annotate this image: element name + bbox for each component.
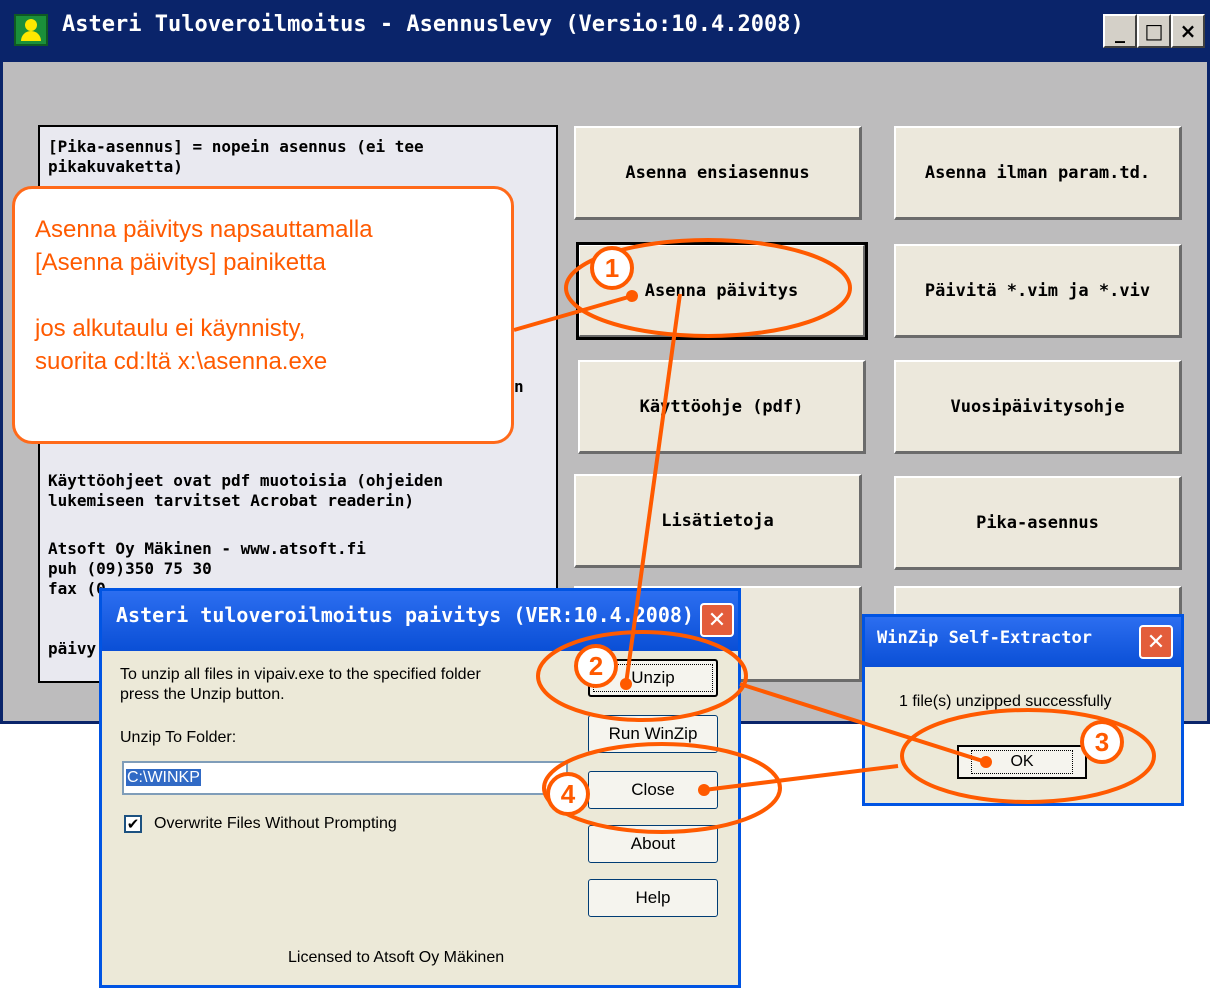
winzip-close-icon[interactable]: ✕ xyxy=(1139,625,1173,659)
info-line: n xyxy=(514,377,524,396)
info-line: fax (0 xyxy=(48,579,106,598)
folder-value: C:\WINKP xyxy=(126,769,201,786)
maximize-button[interactable]: □ xyxy=(1137,14,1171,48)
annual-update-guide-button[interactable]: Vuosipäivitysohje xyxy=(894,360,1182,454)
callout-line: suorita cd:ltä x:\asenna.exe xyxy=(35,348,328,375)
callout-line: jos alkutaulu ei käynnisty, xyxy=(35,315,306,342)
close-dialog-button[interactable]: Close xyxy=(588,771,718,809)
overwrite-checkbox[interactable]: ✔ xyxy=(124,815,142,833)
unzip-description-line: To unzip all files in vipaiv.exe to the … xyxy=(120,666,481,683)
folder-label: Unzip To Folder: xyxy=(120,729,237,746)
callout-line: [Asenna päivitys] painiketta xyxy=(35,249,326,276)
run-winzip-button[interactable]: Run WinZip xyxy=(588,715,718,753)
info-line: puh (09)350 75 30 xyxy=(48,559,212,578)
unzip-close-icon[interactable]: ✕ xyxy=(700,603,734,637)
info-line: Käyttöohjeet ovat pdf muotoisia (ohjeide… xyxy=(48,471,443,510)
winzip-dialog: WinZip Self-Extractor ✕ 1 file(s) unzipp… xyxy=(862,614,1184,806)
unzip-dialog-title: Asteri tuloveroilmoitus paivitys (VER:10… xyxy=(116,603,694,627)
installer-title: Asteri Tuloveroilmoitus - Asennuslevy (V… xyxy=(62,12,804,37)
close-button[interactable]: × xyxy=(1171,14,1205,48)
quick-install-button[interactable]: Pika-asennus xyxy=(894,476,1182,570)
app-person-icon xyxy=(14,14,48,46)
unzip-dialog: Asteri tuloveroilmoitus paivitys (VER:10… xyxy=(99,588,741,988)
info-line: päivy xyxy=(48,639,97,658)
install-without-params-button[interactable]: Asenna ilman param.td. xyxy=(894,126,1182,220)
unzip-description: To unzip all files in vipaiv.exe to the … xyxy=(120,665,560,705)
unzip-button[interactable]: Unzip xyxy=(588,659,718,697)
winzip-message: 1 file(s) unzipped successfully xyxy=(899,693,1112,710)
callout-line: Asenna päivitys napsauttamalla xyxy=(35,216,373,243)
unzip-description-line: press the Unzip button. xyxy=(120,686,285,703)
help-button[interactable]: Help xyxy=(588,879,718,917)
ok-label: OK xyxy=(971,750,1073,774)
license-text: Licensed to Atsoft Oy Mäkinen xyxy=(288,949,505,966)
overwrite-label: Overwrite Files Without Prompting xyxy=(154,815,397,832)
minimize-button[interactable]: _ xyxy=(1103,14,1137,48)
about-button[interactable]: About xyxy=(588,825,718,863)
info-line: [Pika-asennus] = nopein asennus (ei tee … xyxy=(48,137,424,176)
user-guide-button[interactable]: Käyttöohje (pdf) xyxy=(578,360,866,454)
ok-button[interactable]: OK xyxy=(957,745,1087,779)
unzip-folder-input[interactable]: C:\WINKP xyxy=(122,761,568,795)
update-vim-viv-button[interactable]: Päivitä *.vim ja *.viv xyxy=(894,244,1182,338)
info-line: Atsoft Oy Mäkinen - www.atsoft.fi xyxy=(48,539,366,558)
more-info-button[interactable]: Lisätietoja xyxy=(574,474,862,568)
winzip-dialog-title: WinZip Self-Extractor xyxy=(877,628,1092,648)
instruction-callout: Asenna päivitys napsauttamalla [Asenna p… xyxy=(12,186,514,444)
install-update-button[interactable]: Asenna päivitys xyxy=(576,242,868,340)
install-first-button[interactable]: Asenna ensiasennus xyxy=(574,126,862,220)
